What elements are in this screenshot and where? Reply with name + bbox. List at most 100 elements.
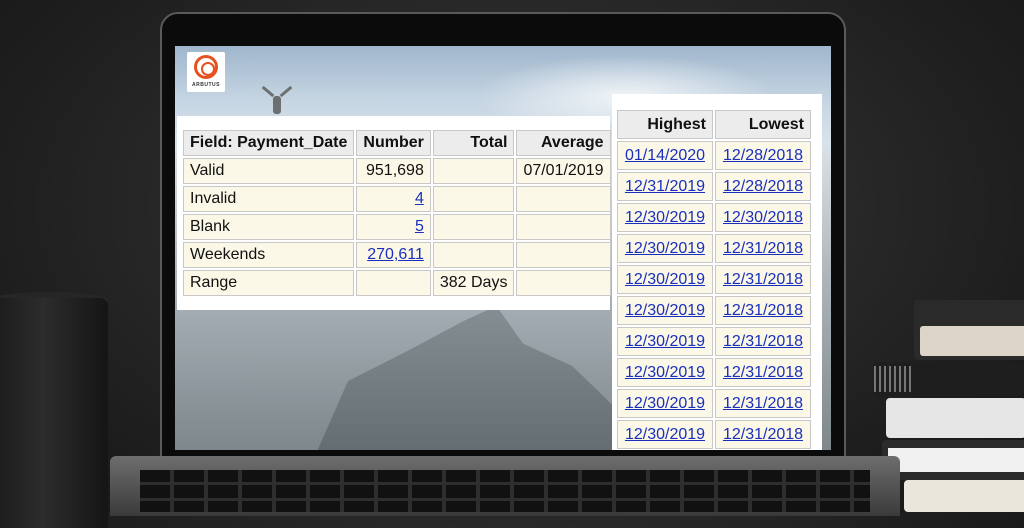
total-cell — [432, 242, 515, 268]
highest-date-link[interactable]: 12/30/2019 — [625, 395, 705, 412]
highest-cell: 01/14/2020 — [617, 141, 713, 170]
book — [914, 300, 1024, 360]
row-label: Blank — [183, 214, 355, 240]
column-header-number: Number — [356, 130, 431, 156]
lowest-cell: 12/31/2018 — [715, 234, 811, 263]
highest-date-link[interactable]: 12/30/2019 — [625, 271, 705, 288]
book — [904, 480, 1024, 512]
column-header-highest: Highest — [617, 110, 713, 139]
row-label: Valid — [183, 158, 355, 184]
average-cell — [516, 242, 611, 268]
lowest-date-link[interactable]: 12/31/2018 — [723, 395, 803, 412]
highest-cell: 12/30/2019 — [617, 420, 713, 449]
table-row: 12/30/2019 12/31/2018 — [617, 234, 811, 263]
person-silhouette — [257, 85, 297, 114]
highest-date-link[interactable]: 12/31/2019 — [625, 178, 705, 195]
lowest-cell: 12/31/2018 — [715, 420, 811, 449]
arbutus-logo-icon — [194, 55, 218, 79]
lowest-cell: 12/31/2018 — [715, 389, 811, 418]
lowest-date-link[interactable]: 12/31/2018 — [723, 333, 803, 350]
table-row: 12/30/2019 12/30/2018 — [617, 203, 811, 232]
highest-cell: 12/30/2019 — [617, 389, 713, 418]
average-cell — [516, 214, 611, 240]
average-cell: 07/01/2019 — [516, 158, 611, 184]
highest-date-link[interactable]: 12/30/2019 — [625, 333, 705, 350]
highest-cell: 12/31/2019 — [617, 172, 713, 201]
table-row: 01/14/2020 12/28/2018 — [617, 141, 811, 170]
lowest-cell: 12/31/2018 — [715, 296, 811, 325]
coffee-mug — [0, 298, 108, 528]
total-cell — [432, 186, 515, 212]
table-row: Weekends 270,611 — [183, 242, 611, 268]
row-label: Weekends — [183, 242, 355, 268]
lowest-date-link[interactable]: 12/31/2018 — [723, 302, 803, 319]
highest-cell: 12/30/2019 — [617, 265, 713, 294]
number-cell: 270,611 — [356, 242, 431, 268]
column-header-field: Field: Payment_Date — [183, 130, 355, 156]
row-label: Range — [183, 270, 355, 296]
highest-cell: 12/30/2019 — [617, 234, 713, 263]
number-cell: 951,698 — [356, 158, 431, 184]
highest-date-link[interactable]: 12/30/2019 — [625, 240, 705, 257]
table-row: 12/30/2019 12/31/2018 — [617, 389, 811, 418]
average-cell — [516, 186, 611, 212]
spiral-notebook — [874, 362, 1024, 396]
logo-text: ARBUTUS — [192, 82, 220, 88]
arbutus-logo: ARBUTUS — [187, 52, 225, 92]
table-row: 12/30/2019 12/31/2018 — [617, 265, 811, 294]
table-row: 12/31/2019 12/28/2018 — [617, 172, 811, 201]
summary-table: Field: Payment_Date Number Total Average… — [181, 128, 613, 298]
invalid-count-link[interactable]: 4 — [415, 190, 424, 207]
table-row: Valid 951,698 07/01/2019 — [183, 158, 611, 184]
weekends-count-link[interactable]: 270,611 — [367, 246, 424, 263]
total-cell — [432, 214, 515, 240]
number-cell: 4 — [356, 186, 431, 212]
lowest-cell: 12/31/2018 — [715, 265, 811, 294]
highest-date-link[interactable]: 12/30/2019 — [625, 209, 705, 226]
table-row: Range 382 Days — [183, 270, 611, 296]
keyboard — [140, 470, 870, 512]
highest-cell: 12/30/2019 — [617, 358, 713, 387]
blank-count-link[interactable]: 5 — [415, 218, 424, 235]
column-header-average: Average — [516, 130, 611, 156]
total-cell — [432, 158, 515, 184]
table-row: 12/30/2019 12/31/2018 — [617, 358, 811, 387]
table-row: 12/30/2019 12/31/2018 — [617, 296, 811, 325]
lowest-date-link[interactable]: 12/30/2018 — [723, 209, 803, 226]
laptop-screen: ARBUTUS Field: Payment_Date Number Total… — [175, 46, 831, 450]
extremes-table: Highest Lowest 01/14/2020 12/28/2018 12/31… — [615, 108, 813, 450]
lowest-date-link[interactable]: 12/28/2018 — [723, 178, 803, 195]
lowest-date-link[interactable]: 12/31/2018 — [723, 240, 803, 257]
average-cell — [516, 270, 611, 296]
highest-date-link[interactable]: 12/30/2019 — [625, 364, 705, 381]
lowest-date-link[interactable]: 12/31/2018 — [723, 271, 803, 288]
highest-cell: 12/30/2019 — [617, 203, 713, 232]
highest-cell: 12/30/2019 — [617, 296, 713, 325]
highest-date-link[interactable]: 12/30/2019 — [625, 302, 705, 319]
mountain-background — [315, 306, 645, 450]
column-header-total: Total — [432, 130, 515, 156]
row-label: Invalid — [183, 186, 355, 212]
lowest-cell: 12/31/2018 — [715, 327, 811, 356]
column-header-lowest: Lowest — [715, 110, 811, 139]
summary-panel: Field: Payment_Date Number Total Average… — [177, 116, 613, 310]
book — [882, 440, 1024, 480]
table-row: Blank 5 — [183, 214, 611, 240]
number-cell: 5 — [356, 214, 431, 240]
table-row: Invalid 4 — [183, 186, 611, 212]
lowest-date-link[interactable]: 12/31/2018 — [723, 426, 803, 443]
total-cell: 382 Days — [432, 270, 515, 296]
lowest-cell: 12/31/2018 — [715, 358, 811, 387]
lowest-cell: 12/28/2018 — [715, 141, 811, 170]
highest-cell: 12/30/2019 — [617, 327, 713, 356]
highest-date-link[interactable]: 01/14/2020 — [625, 147, 705, 164]
table-row: 12/30/2019 12/31/2018 — [617, 420, 811, 449]
table-row: 12/30/2019 12/31/2018 — [617, 327, 811, 356]
lowest-date-link[interactable]: 12/31/2018 — [723, 364, 803, 381]
number-cell — [356, 270, 431, 296]
extremes-panel: Highest Lowest 01/14/2020 12/28/2018 12/31… — [612, 94, 822, 450]
book — [886, 398, 1024, 438]
lowest-cell: 12/30/2018 — [715, 203, 811, 232]
highest-date-link[interactable]: 12/30/2019 — [625, 426, 705, 443]
lowest-date-link[interactable]: 12/28/2018 — [723, 147, 803, 164]
